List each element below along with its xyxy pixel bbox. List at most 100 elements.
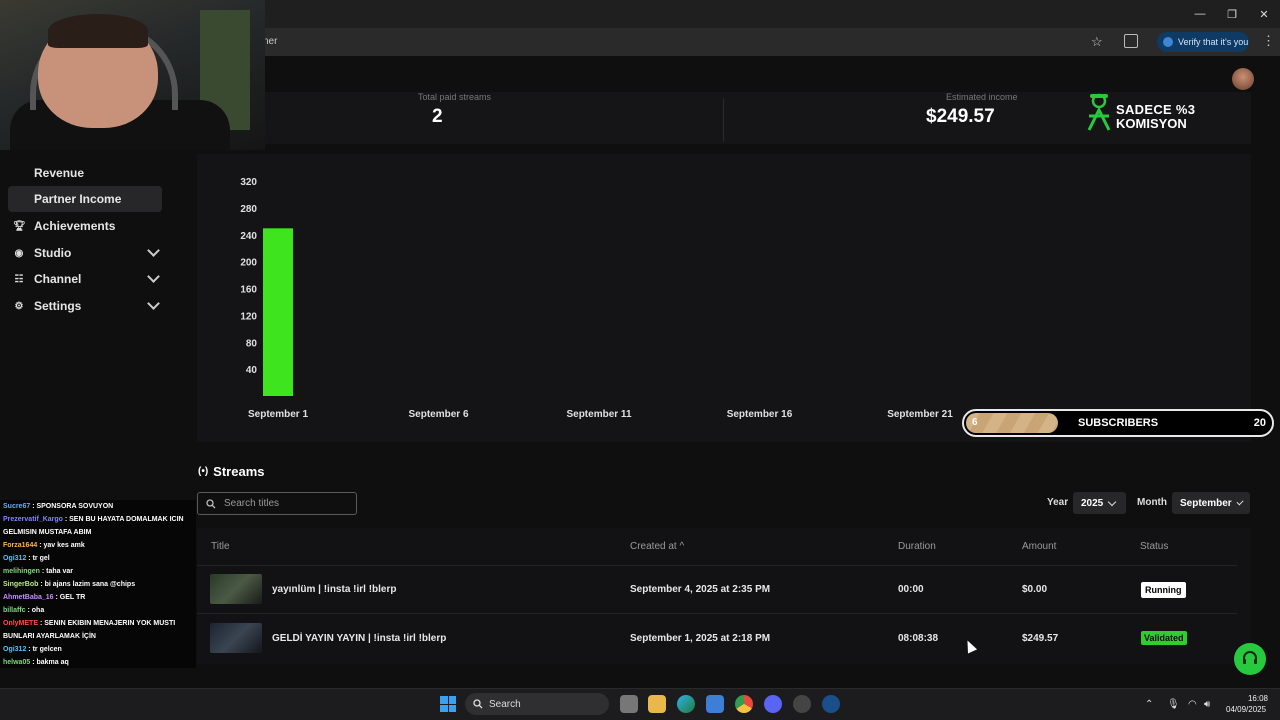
chat-username: Ogi312 (3, 555, 27, 562)
column-header-title[interactable]: Title (211, 541, 230, 552)
sidebar-item-label: Channel (34, 272, 82, 286)
subscriber-goal-widget: 6 SUBSCRIBERS 20 (962, 409, 1274, 437)
x-tick-label: September 1 (248, 409, 308, 420)
y-tick-label: 280 (240, 204, 257, 215)
microphone-icon[interactable]: 🎙︎ (1167, 699, 1180, 710)
sidebar-item-label: Partner Income (34, 192, 122, 206)
browser-menu-icon[interactable]: ⋮ (1262, 34, 1275, 47)
y-tick-label: 240 (240, 231, 257, 242)
window-controls: — ❐ ✕ (1184, 0, 1280, 28)
taskbar-search-label: Search (489, 698, 521, 710)
y-tick-label: 160 (240, 285, 257, 296)
volume-icon[interactable]: 🔊︎ (1204, 699, 1210, 710)
chat-text: : bi ajans lazim sana @chips (38, 581, 136, 588)
extensions-icon[interactable] (1124, 34, 1138, 48)
tray-overflow-icon[interactable]: ⌃ (1145, 699, 1153, 710)
chat-username: AhmetBaba_16 (3, 594, 54, 601)
year-select[interactable]: 2025 (1073, 492, 1126, 514)
column-header-status[interactable]: Status (1140, 541, 1168, 552)
chat-username: SingerBob (3, 581, 39, 588)
wifi-icon[interactable]: ◠ (1188, 699, 1197, 710)
url-text[interactable]: ner (263, 36, 277, 47)
column-header-amount[interactable]: Amount (1022, 541, 1056, 552)
sidebar-item-revenue[interactable]: Revenue (8, 160, 162, 186)
verify-identity-button[interactable]: Verify that it's you (1157, 32, 1249, 52)
column-header-created-at[interactable]: Created at ^ (630, 541, 684, 552)
trophy-icon: 🏆︎ (13, 220, 26, 232)
chat-username: billaffc (3, 607, 26, 614)
task-view-icon[interactable] (620, 695, 638, 713)
chat-text: : taha var (39, 568, 74, 575)
chat-text: : oha (25, 607, 45, 614)
x-tick-label: September 21 (887, 409, 953, 420)
stream-title[interactable]: GELDİ YAYIN YAYIN | !insta !irl !blerp (272, 633, 446, 644)
clock-date[interactable]: 04/09/2025 (1226, 705, 1266, 714)
subscriber-count: 6 (972, 417, 978, 428)
sidebar-item-channel[interactable]: ☷ Channel (8, 266, 162, 292)
y-tick-label: 120 (240, 311, 257, 322)
sidebar-item-label: Achievements (34, 219, 116, 233)
stats-divider (723, 98, 724, 142)
sidebar-item-studio[interactable]: ◉ Studio (8, 240, 162, 266)
webcam-overlay (0, 0, 265, 150)
chat-message: helwa05 : bakma aq (0, 656, 196, 669)
verify-label: Verify that it's you (1178, 37, 1249, 47)
close-button[interactable]: ✕ (1248, 0, 1280, 28)
chat-text: : SPONSORA SOVUYON (30, 503, 114, 510)
sidebar-item-partner-income[interactable]: Partner Income (8, 186, 162, 212)
chevron-down-icon (147, 244, 160, 257)
chat-message: Forza1644 : yav kes amk (0, 539, 196, 552)
paid-streams-value: 2 (432, 106, 443, 127)
clock-time[interactable]: 16:08 (1244, 694, 1268, 703)
month-label: Month (1137, 497, 1167, 508)
stream-created: September 4, 2025 at 2:35 PM (630, 584, 771, 595)
windows-start-icon[interactable] (440, 696, 456, 712)
taskbar-search[interactable]: Search (465, 693, 609, 715)
user-avatar[interactable] (1232, 68, 1254, 90)
y-tick-label: 40 (246, 365, 258, 376)
minimize-button[interactable]: — (1184, 0, 1216, 28)
sidebar-item-label: Revenue (34, 166, 85, 180)
taskbar (0, 688, 1280, 720)
sidebar-item-settings[interactable]: ⚙ Settings (8, 293, 162, 319)
income-value: $249.57 (926, 106, 995, 127)
search-input[interactable] (222, 497, 346, 510)
subscriber-progress-fill (966, 413, 1059, 433)
bookmark-star-icon[interactable]: ☆ (1091, 34, 1103, 50)
promo-logo: SADECE %3 KOMISYON (1086, 90, 1206, 134)
chat-message: Ogi312 : tr gelcen (0, 643, 196, 656)
search-titles-field[interactable] (197, 492, 357, 515)
chevron-down-icon (147, 297, 160, 310)
sidebar-item-achievements[interactable]: 🏆︎ Achievements (8, 213, 162, 239)
restore-button[interactable]: ❐ (1216, 0, 1248, 28)
chat-message: Sucre67 : SPONSORA SOVUYON (0, 500, 196, 513)
chrome-icon[interactable] (735, 695, 753, 713)
edge-icon[interactable] (677, 695, 695, 713)
column-header-label: Created at (630, 541, 677, 552)
x-tick-label: September 16 (727, 409, 793, 420)
chat-username: Prezervatif_Kargo (3, 516, 63, 523)
discord-icon[interactable] (764, 695, 782, 713)
broadcast-icon: (•) (198, 466, 209, 477)
streams-title: Streams (213, 464, 265, 479)
headset-icon (1243, 651, 1257, 664)
stream-title[interactable]: yayınlüm | !insta !irl !blerp (272, 584, 397, 595)
chart-bar[interactable] (263, 228, 293, 396)
x-tick-label: September 6 (408, 409, 468, 420)
stream-chat-overlay: Sucre67 : SPONSORA SOVUYON Prezervatif_Ka… (0, 500, 196, 668)
mascot-icon (1087, 93, 1111, 131)
stream-thumbnail[interactable] (210, 574, 262, 604)
chat-text: : GEL TR (53, 594, 86, 601)
chat-message: OnlyMETE : SENIN EKIBIN MENAJERIN YOK MU… (0, 617, 196, 643)
status-badge: Validated (1141, 631, 1187, 645)
chat-message: Prezervatif_Kargo : SEN BU HAYATA DOMALM… (0, 513, 196, 539)
y-tick-label: 80 (246, 338, 258, 349)
app-icon[interactable] (793, 695, 811, 713)
steam-icon[interactable] (822, 695, 840, 713)
column-header-duration[interactable]: Duration (898, 541, 936, 552)
stream-thumbnail[interactable] (210, 623, 262, 653)
store-icon[interactable] (706, 695, 724, 713)
month-select[interactable]: September (1172, 492, 1250, 514)
support-chat-button[interactable] (1234, 643, 1266, 675)
file-explorer-icon[interactable] (648, 695, 666, 713)
